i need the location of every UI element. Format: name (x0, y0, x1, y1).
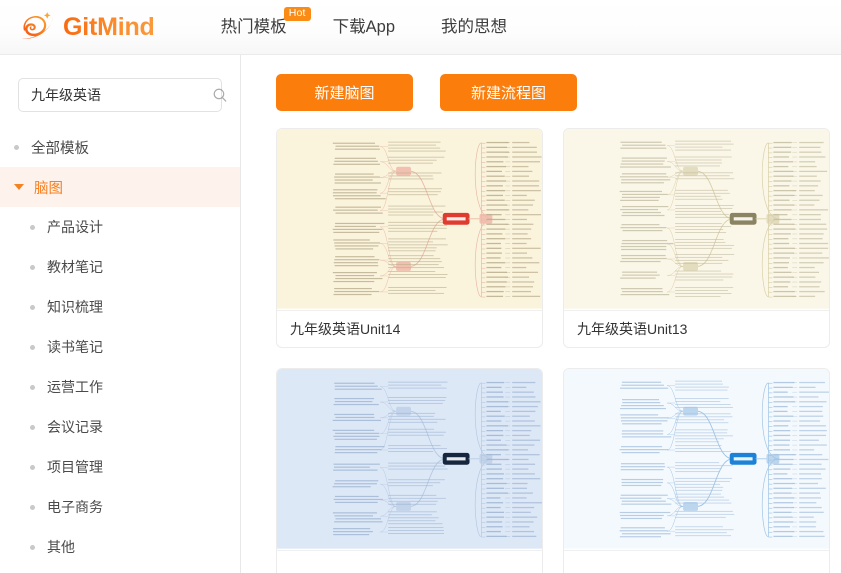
main-nav: 热门模板 Hot 下载App 我的思想 (198, 7, 530, 47)
logo-text: GitMind (63, 10, 155, 44)
template-card[interactable] (276, 368, 543, 573)
top-header: GitMind 热门模板 Hot 下载App 我的思想 (0, 0, 841, 55)
sidebar-item-meeting-notes[interactable]: 会议记录 (0, 407, 240, 447)
logo[interactable]: GitMind (18, 6, 155, 48)
sidebar-item-label: 电子商务 (47, 499, 103, 515)
template-card[interactable] (563, 368, 830, 573)
search-icon[interactable] (212, 87, 228, 103)
sidebar-item-project-management[interactable]: 项目管理 (0, 447, 240, 487)
template-card-title: 九年级英语Unit13 (564, 310, 829, 347)
sidebar-item-label: 读书笔记 (47, 339, 103, 355)
sidebar-item-mindmap[interactable]: 脑图 (0, 167, 240, 207)
chevron-down-icon (14, 184, 24, 190)
sidebar-item-ecommerce[interactable]: 电子商务 (0, 487, 240, 527)
sidebar-item-all-templates[interactable]: 全部模板 (0, 127, 240, 167)
main-content: 新建脑图 新建流程图 九年级英语Unit14 九年级英语Unit13 (241, 55, 841, 573)
bullet-icon (30, 384, 35, 390)
nav-item-my-mind[interactable]: 我的思想 (418, 7, 530, 47)
sidebar-item-product-design[interactable]: 产品设计 (0, 207, 240, 247)
bullet-icon (30, 224, 35, 230)
template-card-grid: 九年级英语Unit14 九年级英语Unit13 (241, 111, 841, 573)
nav-item-download-app[interactable]: 下载App (310, 7, 418, 47)
sidebar-item-label: 其他 (47, 539, 75, 555)
sidebar: 全部模板 脑图 产品设计 教材笔记 知识梳理 读书笔记 (0, 55, 241, 573)
template-card-title (277, 550, 542, 573)
sidebar-item-label: 会议记录 (47, 419, 103, 435)
sidebar-item-knowledge-organization[interactable]: 知识梳理 (0, 287, 240, 327)
template-thumbnail (277, 369, 542, 550)
nav-label: 我的思想 (441, 18, 507, 36)
nav-label: 下载App (332, 18, 395, 36)
sidebar-item-label: 教材笔记 (47, 259, 103, 275)
nav-item-hot-templates[interactable]: 热门模板 Hot (198, 7, 311, 47)
bullet-icon (14, 144, 19, 150)
template-thumbnail (564, 369, 829, 550)
bullet-icon (30, 304, 35, 310)
sidebar-item-label: 脑图 (34, 180, 63, 197)
sidebar-item-label: 运营工作 (47, 379, 103, 395)
search-box[interactable] (18, 78, 227, 112)
bullet-icon (30, 424, 35, 430)
bullet-icon (30, 344, 35, 350)
sidebar-item-label: 全部模板 (31, 140, 89, 157)
action-button-row: 新建脑图 新建流程图 (241, 55, 841, 111)
app-page: GitMind 热门模板 Hot 下载App 我的思想 全部模 (0, 0, 841, 573)
sidebar-item-reading-notes[interactable]: 读书笔记 (0, 327, 240, 367)
bullet-icon (30, 264, 35, 270)
sidebar-item-label: 知识梳理 (47, 299, 103, 315)
new-mindmap-button[interactable]: 新建脑图 (276, 74, 413, 111)
nav-label: 热门模板 (220, 18, 287, 36)
template-card[interactable]: 九年级英语Unit13 (563, 128, 830, 348)
hot-badge: Hot (283, 7, 311, 21)
bullet-icon (30, 464, 35, 470)
sidebar-item-operations-work[interactable]: 运营工作 (0, 367, 240, 407)
bullet-icon (30, 504, 35, 510)
template-thumbnail (277, 129, 542, 310)
template-card-title (564, 550, 829, 573)
bullet-icon (30, 544, 35, 550)
sidebar-item-textbook-notes[interactable]: 教材笔记 (0, 247, 240, 287)
new-flowchart-button[interactable]: 新建流程图 (440, 74, 577, 111)
sidebar-item-label: 产品设计 (47, 219, 103, 235)
sidebar-nav-list: 全部模板 脑图 产品设计 教材笔记 知识梳理 读书笔记 运营工作 会议记录 项目… (0, 127, 240, 567)
search-input[interactable] (31, 85, 212, 105)
sidebar-item-label: 项目管理 (47, 459, 103, 475)
comet-swoosh-icon (20, 12, 53, 39)
sidebar-item-other[interactable]: 其他 (0, 527, 240, 567)
template-card-title: 九年级英语Unit14 (277, 310, 542, 347)
template-card[interactable]: 九年级英语Unit14 (276, 128, 543, 348)
template-thumbnail (564, 129, 829, 310)
